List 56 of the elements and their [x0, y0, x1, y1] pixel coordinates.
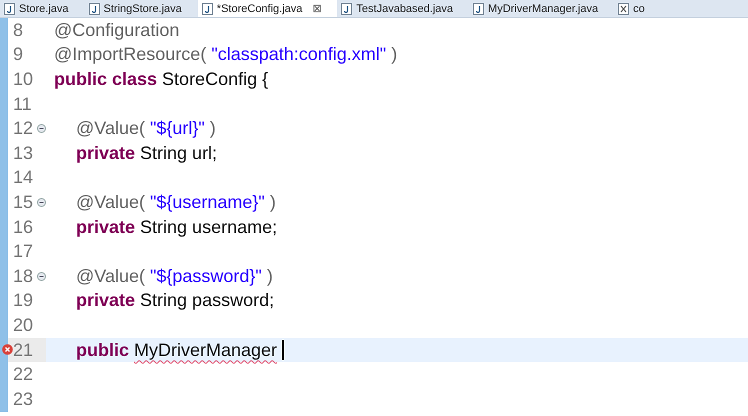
line-number: 20	[13, 314, 34, 337]
line-number: 14	[13, 166, 34, 190]
editor-tab[interactable]: MyDriverManager.java	[469, 0, 614, 17]
code-token: )	[391, 43, 398, 66]
line-number: 19	[13, 289, 34, 312]
editor-tab[interactable]: co	[614, 0, 661, 17]
code-token: MyDriverManager	[134, 338, 278, 362]
java-file-icon	[88, 3, 100, 15]
code-token: "classpath:config.xml"	[211, 43, 386, 66]
line-number: 22	[13, 363, 34, 386]
java-file-icon	[341, 3, 352, 15]
java-file-icon	[202, 3, 213, 15]
code-token: String username;	[140, 216, 278, 239]
line-number: 17	[13, 240, 34, 264]
line-number: 18	[13, 264, 34, 288]
code-token: public	[75, 338, 129, 362]
line-number: 21	[13, 338, 34, 362]
code-token: @Configuration	[54, 18, 180, 42]
code-token: private	[75, 216, 136, 239]
text-cursor	[282, 340, 284, 360]
code-token: )	[266, 264, 273, 288]
close-icon[interactable]: ⊠	[312, 0, 322, 17]
java-file-icon	[473, 3, 484, 15]
editor-tab[interactable]: Store.java	[0, 0, 85, 17]
collapse-icon[interactable]	[37, 272, 46, 281]
code-token: public class	[54, 68, 158, 91]
line-number: 10	[13, 68, 34, 91]
code-token: "${url}"	[150, 117, 205, 140]
editor-tab[interactable]: TestJavabased.java	[337, 0, 470, 17]
code-token: @Value(	[75, 117, 145, 140]
editor-tab[interactable]: *StoreConfig.java ⊠	[198, 0, 338, 17]
code-token: @ImportResource(	[54, 43, 206, 66]
line-number: 8	[13, 18, 24, 42]
code-token: "${username}"	[150, 190, 265, 214]
code-token: String password;	[140, 289, 274, 312]
line-number: 12	[13, 117, 34, 140]
code-token: "${password}"	[150, 264, 262, 288]
collapse-icon[interactable]	[37, 198, 46, 208]
line-number: 15	[13, 190, 34, 214]
code-token: @Value(	[75, 190, 145, 214]
line-number: 23	[13, 388, 34, 411]
collapse-icon[interactable]	[37, 124, 46, 134]
code-token: private	[75, 142, 136, 165]
java-file-icon	[4, 3, 15, 15]
code-token: String url;	[140, 142, 218, 165]
editor-tab[interactable]: StringStore.java	[84, 0, 198, 17]
xml-file-icon	[618, 3, 630, 15]
code-token: StoreConfig {	[162, 68, 268, 91]
line-number: 13	[13, 142, 34, 165]
code-token: private	[75, 289, 136, 312]
code-token: )	[210, 117, 216, 140]
code-token: )	[270, 190, 276, 214]
line-number: 11	[13, 92, 32, 116]
code-token: @Value(	[75, 264, 145, 288]
line-number: 9	[13, 43, 24, 66]
line-number: 16	[13, 216, 34, 239]
